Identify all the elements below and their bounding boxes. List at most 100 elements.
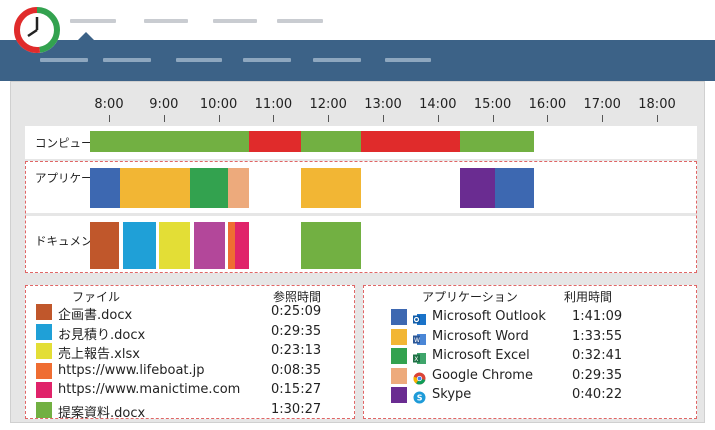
outlook-icon	[413, 311, 426, 325]
application-color-swatch	[391, 328, 407, 345]
file-name: お見積り.docx	[58, 327, 146, 343]
svg-text:W: W	[414, 337, 420, 344]
file-name: 売上報告.xlsx	[58, 347, 140, 362]
usage-segment[interactable]	[89, 131, 249, 152]
application-time: 0:32:41	[572, 348, 623, 363]
skype-icon: S	[413, 389, 426, 404]
application-name: Microsoft Outlook	[432, 309, 546, 324]
computer-usage-row: コンピュータ使用	[25, 126, 697, 159]
usage-segment[interactable]	[248, 131, 301, 152]
sub-nav-item-1[interactable]	[40, 58, 88, 62]
application-list-item[interactable]: S Skype 0:40:22	[364, 386, 696, 405]
application-time: 0:40:22	[572, 387, 623, 402]
application-name: Microsoft Word	[432, 328, 529, 344]
top-nav-item-3[interactable]	[213, 19, 257, 23]
hour-label: 13:00	[364, 97, 402, 112]
hour-tick	[383, 115, 384, 122]
clock-logo-icon[interactable]	[14, 7, 60, 53]
application-color-swatch	[391, 367, 407, 384]
file-list-item[interactable]: お見積り.docx 0:29:35	[26, 323, 354, 343]
file-name: https://www.lifeboat.jp	[58, 362, 205, 378]
file-time: 0:25:09	[271, 304, 322, 319]
file-list-item[interactable]: 提案資料.docx 1:30:27	[26, 401, 354, 421]
hour-tick	[218, 115, 220, 122]
sub-nav-item-5[interactable]	[313, 58, 361, 62]
hour-tick	[657, 115, 658, 122]
hour-label: 8:00	[94, 97, 124, 112]
file-color-swatch	[36, 362, 52, 379]
sub-nav-item-2[interactable]	[103, 58, 151, 62]
highlight-dashed-box	[25, 161, 697, 273]
application-color-swatch	[391, 348, 407, 364]
hour-label: 15:00	[473, 97, 512, 112]
usage-segment[interactable]	[361, 131, 460, 152]
hour-tick	[163, 115, 165, 122]
file-color-swatch	[36, 304, 52, 320]
hour-label: 10:00	[199, 97, 238, 112]
hour-label: 14:00	[419, 97, 457, 112]
application-list-item[interactable]: W Microsoft Word 1:33:55	[364, 328, 696, 347]
svg-text:X: X	[414, 356, 418, 363]
application-name: Skype	[432, 387, 472, 402]
hour-tick	[492, 115, 494, 122]
application-color-swatch	[391, 387, 407, 403]
application-name: Google Chrome	[432, 367, 533, 383]
hour-label: 17:00	[583, 97, 621, 112]
usage-segment[interactable]	[300, 131, 362, 152]
application-time: 1:41:09	[572, 309, 623, 324]
file-time: 0:23:13	[271, 343, 322, 358]
top-nav-item-1[interactable]	[70, 19, 116, 23]
top-nav-item-4[interactable]	[277, 19, 323, 23]
applications-panel: アプリケーション 利用時間 Microsoft Outlook 1:41:09 W M…	[363, 285, 697, 419]
file-list-item[interactable]: https://www.lifeboat.jp 0:08:35	[26, 362, 354, 381]
application-list-item[interactable]: Google Chrome 0:29:35	[364, 367, 696, 386]
application-list-item[interactable]: Microsoft Outlook 1:41:09	[364, 308, 696, 327]
hour-label: 18:00	[638, 97, 676, 112]
application-time: 1:33:55	[572, 328, 623, 344]
top-nav-item-2[interactable]	[144, 19, 188, 23]
application-color-swatch	[391, 309, 407, 325]
file-list-item[interactable]: 売上報告.xlsx 0:23:13	[26, 342, 354, 362]
hour-tick	[328, 115, 330, 122]
sub-nav-item-3[interactable]	[176, 58, 222, 62]
application-time: 0:29:35	[572, 367, 623, 383]
active-tab-indicator	[78, 32, 94, 40]
file-list-item[interactable]: 企画書.docx 0:25:09	[26, 303, 354, 323]
file-color-swatch	[36, 343, 52, 359]
chrome-icon	[413, 370, 426, 385]
hour-label: 16:00	[528, 97, 567, 112]
file-name: 提案資料.docx	[58, 405, 146, 421]
hour-label: 9:00	[149, 97, 179, 112]
sub-navigation-bar	[0, 40, 715, 81]
files-panel: ファイル 参照時間 企画書.docx 0:25:09 お見積り.docx 0:29:3…	[25, 285, 355, 421]
file-name: https://www.manictime.com	[58, 382, 241, 397]
file-list-item[interactable]: https://www.manictime.com 0:15:27	[26, 381, 354, 400]
svg-text:S: S	[417, 394, 423, 403]
hour-tick	[547, 115, 549, 122]
file-color-swatch	[36, 401, 52, 418]
file-time: 0:15:27	[271, 382, 322, 397]
sub-nav-item-4[interactable]	[243, 58, 291, 62]
timeline-content: 8:00 9:00 10:00 11:00 12:00 13:00 14:00 15:00 16…	[10, 81, 705, 423]
hour-label: 11:00	[254, 97, 293, 112]
application-name: Microsoft Excel	[432, 348, 530, 363]
hour-tick	[602, 115, 604, 122]
word-icon: W	[413, 331, 426, 345]
hour-tick	[109, 115, 110, 122]
apps-time-column-header: 利用時間	[564, 290, 613, 304]
hour-tick	[437, 115, 439, 122]
application-list-item[interactable]: X Microsoft Excel 0:32:41	[364, 347, 696, 366]
file-time: 0:29:35	[271, 323, 322, 339]
file-time: 0:08:35	[271, 362, 322, 378]
file-color-swatch	[36, 323, 52, 340]
excel-icon: X	[413, 350, 426, 364]
file-time: 1:30:27	[271, 401, 322, 417]
usage-segment[interactable]	[459, 131, 534, 152]
time-axis: 8:00 9:00 10:00 11:00 12:00 13:00 14:00 15:00 16…	[11, 82, 706, 122]
top-header	[0, 0, 715, 53]
apps-column-header: アプリケーション	[422, 290, 518, 304]
file-color-swatch	[36, 382, 52, 398]
hour-tick	[273, 115, 275, 122]
sub-nav-item-6[interactable]	[385, 58, 431, 62]
file-name: 企画書.docx	[58, 308, 133, 323]
